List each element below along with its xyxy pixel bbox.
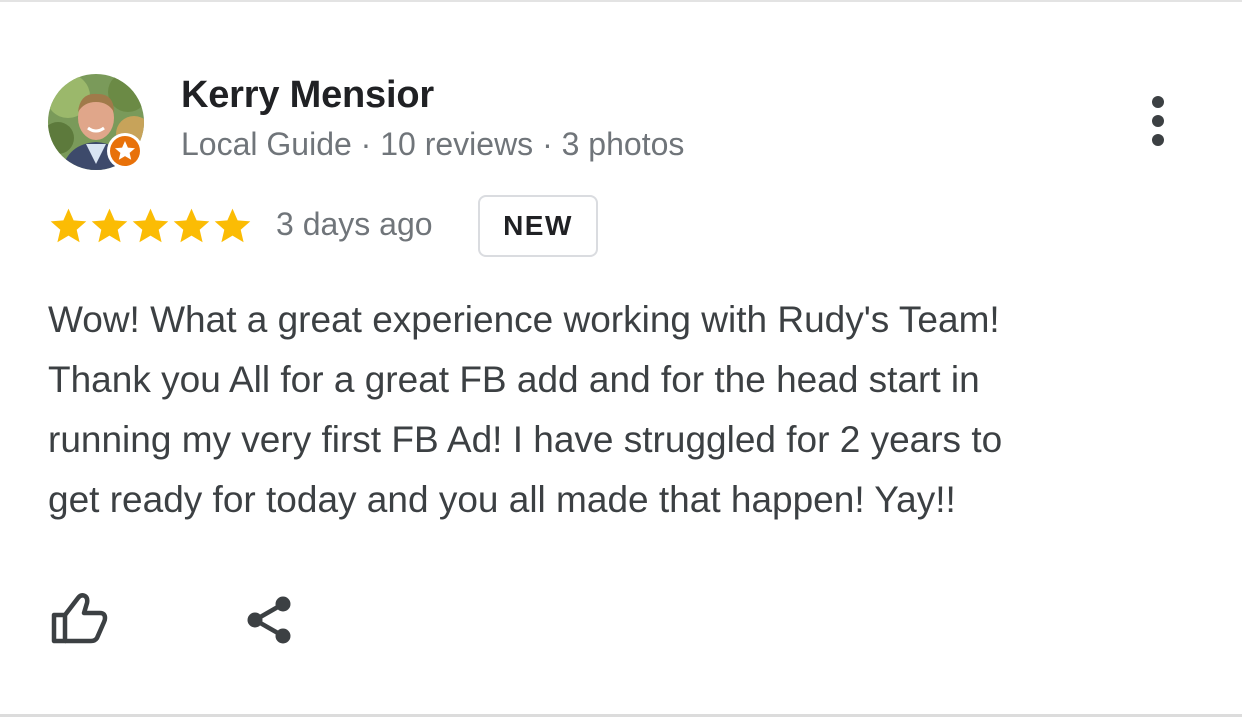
star-icon (91, 208, 128, 243)
review-text-line: Thank you All for a great FB add and for… (48, 359, 980, 400)
star-icon (132, 208, 169, 243)
star-rating (48, 204, 253, 248)
star-icon (214, 208, 251, 243)
star-icon (173, 208, 210, 243)
review-text-line: running my very first FB Ad! I have stru… (48, 419, 1003, 460)
review-date: 3 days ago (276, 206, 433, 242)
review-text-line: Wow! What a great experience working wit… (48, 299, 1000, 340)
bottom-divider (0, 714, 1242, 717)
author-meta: Local Guide · 10 reviews · 3 photos (181, 126, 685, 162)
author-name[interactable]: Kerry Mensior (181, 74, 434, 117)
thumbs-up-icon[interactable] (48, 590, 110, 646)
star-icon (50, 208, 87, 243)
review-text-line: get ready for today and you all made tha… (48, 479, 956, 520)
review-text: Wow! What a great experience working wit… (48, 290, 1198, 530)
local-guide-star-icon (106, 132, 144, 170)
new-badge: NEW (478, 195, 598, 257)
top-divider (0, 0, 1242, 2)
share-icon[interactable] (243, 594, 299, 650)
more-vertical-icon[interactable] (1140, 92, 1176, 152)
